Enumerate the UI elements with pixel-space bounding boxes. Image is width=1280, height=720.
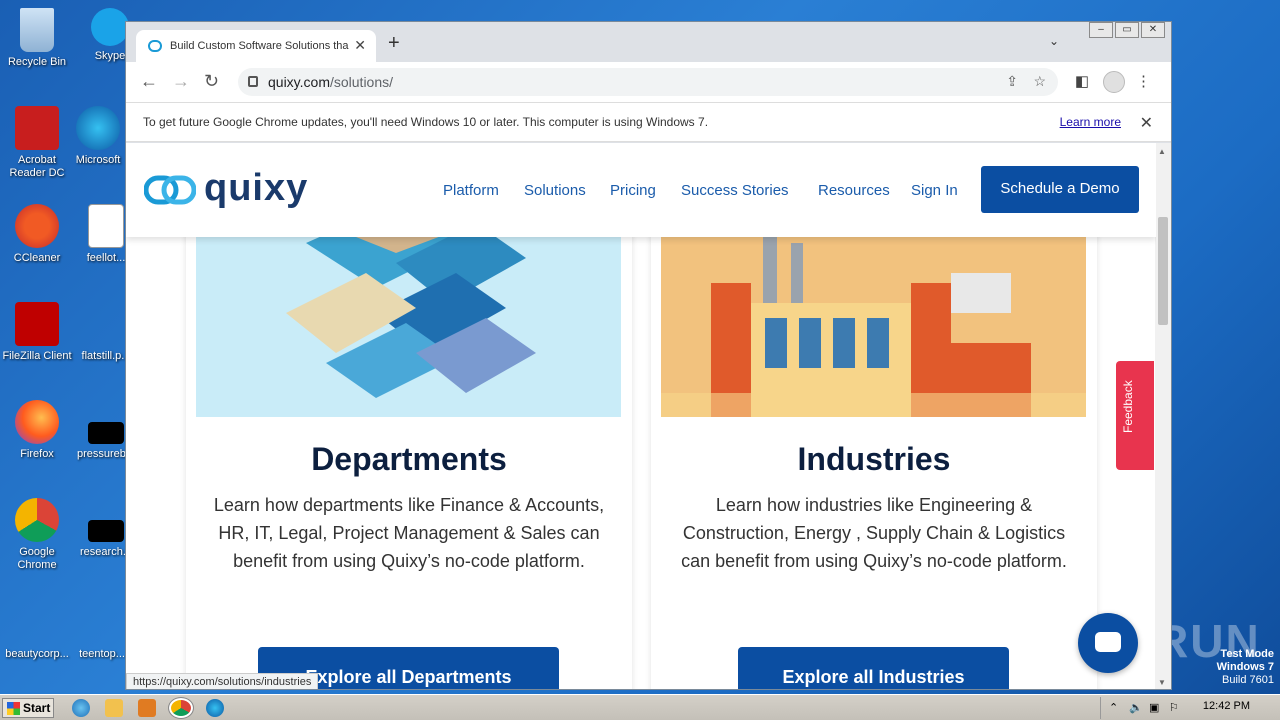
bookmark-star-icon[interactable]: ☆ (1033, 73, 1046, 90)
departments-title: Departments (311, 441, 507, 477)
nav-solutions[interactable]: Solutions (524, 182, 586, 199)
reload-icon[interactable]: ↻ (204, 71, 219, 92)
chrome-icon[interactable]: Google Chrome (1, 498, 73, 572)
nav-sign-in[interactable]: Sign In (911, 182, 958, 199)
window-controls: – ▭ ✕ (1089, 22, 1165, 38)
industries-description: Learn how industries like Engineering & … (681, 495, 1067, 571)
tab-search-icon[interactable]: ⌄ (1049, 34, 1059, 48)
nav-success-stories[interactable]: Success Stories (681, 182, 789, 199)
file-icon[interactable]: beautycorp... (1, 600, 73, 661)
page-scrollbar[interactable]: ▲ ▼ (1155, 143, 1171, 689)
ccleaner-icon[interactable]: CCleaner (1, 204, 73, 265)
edge-icon[interactable]: Microsoft (62, 106, 134, 167)
maximize-button[interactable]: ▭ (1115, 22, 1139, 38)
edge-taskbar-icon[interactable] (206, 699, 224, 717)
site-header: quixy Platform Solutions Pricing Success… (126, 143, 1156, 237)
share-icon[interactable]: ⇪ (1006, 73, 1018, 90)
status-bar-url: https://quixy.com/solutions/industries (126, 673, 319, 689)
network-icon[interactable]: ▣ (1149, 701, 1159, 714)
scrollbar-thumb[interactable] (1158, 217, 1168, 325)
update-infobar: To get future Google Chrome updates, you… (126, 102, 1171, 142)
browser-tab[interactable]: Build Custom Software Solutions tha ✕ (136, 30, 376, 62)
browser-toolbar: ← → ↻ quixy.com/solutions/ ⇪ ☆ ◧ ⋮ (126, 62, 1171, 102)
learn-more-link[interactable]: Learn more (1060, 115, 1121, 129)
side-panel-icon[interactable]: ◧ (1075, 72, 1089, 90)
windows-watermark: Test Mode Windows 7 Build 7601 (1216, 648, 1274, 686)
new-tab-button[interactable]: + (388, 32, 400, 55)
windows-flag-icon (7, 702, 20, 715)
page-viewport: quixy Platform Solutions Pricing Success… (126, 143, 1156, 689)
industries-title: Industries (797, 441, 951, 477)
schedule-demo-button[interactable]: Schedule a Demo (981, 166, 1139, 213)
close-window-button[interactable]: ✕ (1141, 22, 1165, 38)
menu-kebab-icon[interactable]: ⋮ (1136, 72, 1151, 90)
explore-industries-button[interactable]: Explore all Industries (738, 647, 1009, 689)
industries-card: Industries Learn how industries like Eng… (651, 203, 1097, 689)
media-player-taskbar-icon[interactable] (138, 699, 156, 717)
tab-strip: Build Custom Software Solutions tha ✕ + … (126, 22, 1171, 62)
ie-taskbar-icon[interactable] (72, 699, 90, 717)
browser-window: Build Custom Software Solutions tha ✕ + … (125, 21, 1172, 690)
lock-icon (248, 76, 258, 87)
back-icon[interactable]: ← (140, 71, 158, 92)
nav-pricing[interactable]: Pricing (610, 182, 656, 199)
chat-bubble-icon (1095, 632, 1121, 652)
quixy-favicon-icon (148, 40, 162, 52)
nav-platform[interactable]: Platform (443, 182, 499, 199)
close-infobar-icon[interactable]: ✕ (1140, 113, 1153, 133)
departments-description: Learn how departments like Finance & Acc… (213, 495, 605, 571)
recycle-bin-icon[interactable]: Recycle Bin (1, 8, 73, 69)
taskbar-clock[interactable]: 12:42 PM (1203, 700, 1250, 712)
scroll-down-icon[interactable]: ▼ (1158, 678, 1166, 687)
forward-icon[interactable]: → (172, 71, 190, 92)
start-button[interactable]: Start (2, 698, 54, 718)
chat-widget-button[interactable] (1078, 613, 1138, 673)
departments-card: Departments Learn how departments like F… (186, 203, 632, 689)
minimize-button[interactable]: – (1089, 22, 1113, 38)
filezilla-icon[interactable]: FileZilla Client (1, 302, 73, 363)
taskbar: Start ⌃ 🔈 ▣ ⚐ 12:42 PM (0, 694, 1280, 720)
tray-expand-icon[interactable]: ⌃ (1109, 701, 1118, 714)
close-tab-icon[interactable]: ✕ (354, 37, 366, 54)
system-tray: ⌃ 🔈 ▣ ⚐ (1100, 697, 1280, 719)
scroll-up-icon[interactable]: ▲ (1158, 147, 1166, 156)
quixy-logo-mark-icon (144, 175, 196, 205)
address-bar[interactable]: quixy.com/solutions/ ⇪ ☆ (238, 68, 1058, 96)
action-center-flag-icon[interactable]: ⚐ (1169, 701, 1179, 714)
nav-resources[interactable]: Resources (818, 182, 890, 199)
volume-icon[interactable]: 🔈 (1129, 701, 1143, 714)
explorer-taskbar-icon[interactable] (105, 699, 123, 717)
profile-avatar[interactable] (1103, 71, 1125, 93)
chrome-taskbar-icon[interactable] (168, 697, 194, 719)
feedback-tab[interactable]: Feedback (1116, 361, 1154, 470)
firefox-icon[interactable]: Firefox (1, 400, 73, 461)
